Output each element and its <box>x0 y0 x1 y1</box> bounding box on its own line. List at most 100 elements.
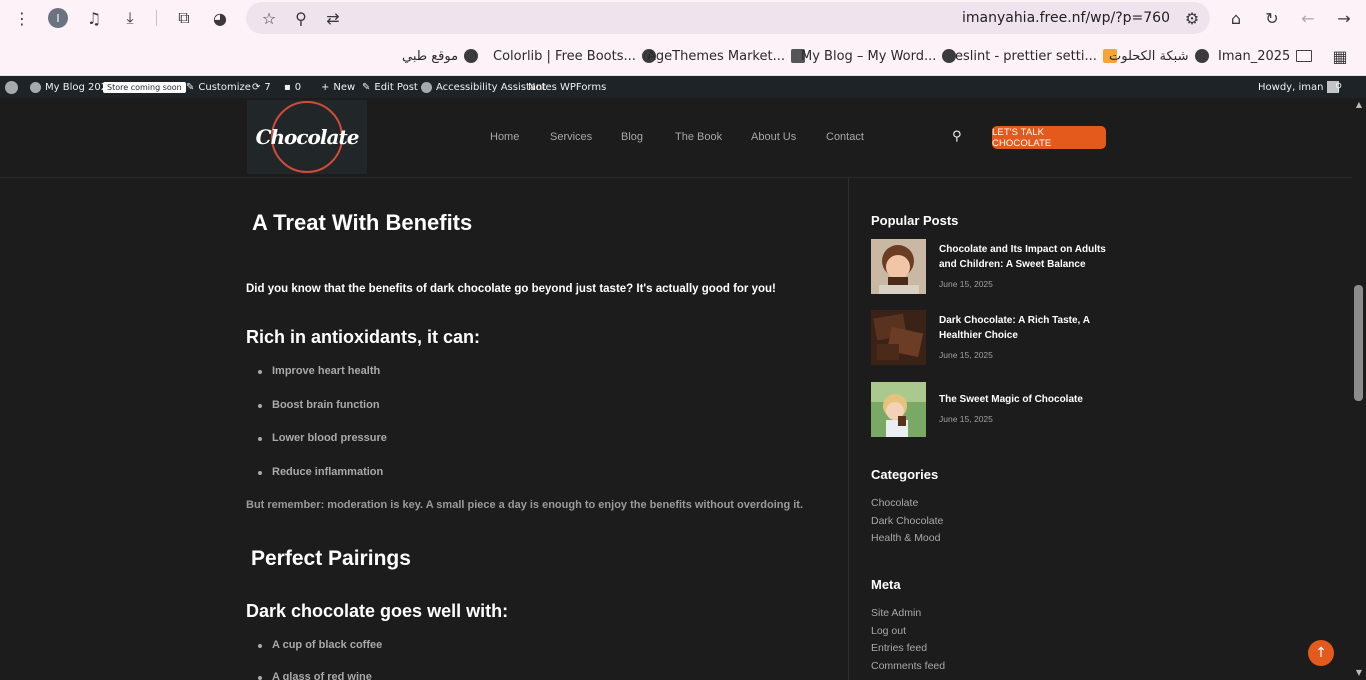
meta-title: Meta <box>871 577 901 592</box>
back-to-top-button[interactable]: ↑ <box>1308 640 1334 666</box>
bookmark-label: شبكة الكحلوت <box>1109 48 1189 64</box>
scroll-up-arrow-icon[interactable]: ▲ <box>1353 100 1365 110</box>
popular-post-title[interactable]: Dark Chocolate: A Rich Taste, A Healthie… <box>939 313 1109 343</box>
folder-icon <box>1296 50 1313 62</box>
nav-blog[interactable]: Blog <box>621 131 643 143</box>
article-heading-pairings: Perfect Pairings <box>251 547 411 570</box>
logo-emblem: Chocolate <box>256 101 359 173</box>
meta-link[interactable]: Comments feed <box>871 660 945 672</box>
admin-wpforms[interactable]: WPForms <box>560 80 606 94</box>
admin-search-icon[interactable]: ⚲ <box>1335 80 1342 94</box>
bookmark-colorlib[interactable]: Colorlib | Free Boots... <box>493 46 656 66</box>
scroll-down-arrow-icon[interactable]: ▼ <box>1353 668 1365 678</box>
accessibility-icon <box>421 81 432 93</box>
post-thumbnail-child[interactable] <box>871 239 926 294</box>
extensions-icon[interactable]: ⧉ <box>172 6 196 30</box>
back-icon[interactable]: ← <box>1296 6 1320 30</box>
category-link[interactable]: Chocolate <box>871 497 918 509</box>
download-icon[interactable]: ⤓ <box>118 6 142 30</box>
plus-icon: + <box>321 81 330 93</box>
bookmark-label: موقع طبي <box>402 48 459 64</box>
meta-link[interactable]: Site Admin <box>871 607 921 619</box>
scrollbar-thumb[interactable] <box>1354 285 1363 401</box>
profile-initial: I <box>48 8 68 28</box>
bookmark-kahlout[interactable]: شبكة الكحلوت <box>1109 46 1209 66</box>
post-thumbnail-dark-chocolate[interactable] <box>871 310 926 365</box>
home-icon[interactable]: ⌂ <box>1224 6 1248 30</box>
star-icon[interactable]: ☆ <box>257 6 281 30</box>
article-moderation: But remember: moderation is key. A small… <box>246 499 804 511</box>
bookmark-agethemes[interactable]: AgeThemes Market... <box>647 46 805 66</box>
url-text[interactable]: imanyahia.free.nf/wp/?p=760 <box>962 10 1170 26</box>
apps-grid-icon[interactable]: ▦ <box>1328 44 1352 68</box>
bookmark-label: AgeThemes Market... <box>647 48 785 64</box>
category-link[interactable]: Dark Chocolate <box>871 515 943 527</box>
bookmark-folder-iman[interactable]: Iman_2025 <box>1218 46 1313 66</box>
bookmark-label: Colorlib | Free Boots... <box>493 48 636 64</box>
admin-site-name[interactable]: My Blog 2025 <box>30 80 113 94</box>
dashboard-icon <box>30 81 41 93</box>
list-item: A cup of black coffee <box>257 639 383 651</box>
wp-admin-bar: My Blog 2025 Store coming soon ✎ Customiz… <box>0 76 1366 98</box>
search-icon[interactable]: ⚲ <box>952 129 968 145</box>
wordpress-logo-icon[interactable] <box>5 80 18 94</box>
popular-post-title[interactable]: The Sweet Magic of Chocolate <box>939 392 1109 407</box>
site-settings-icon[interactable]: ⚙ <box>1180 6 1204 30</box>
article-heading-goes-with: Dark chocolate goes well with: <box>246 601 509 621</box>
nav-contact[interactable]: Contact <box>826 131 864 143</box>
store-badge-label: Store coming soon <box>103 81 186 93</box>
notes-label: Notes <box>528 81 557 93</box>
nav-services[interactable]: Services <box>550 131 592 143</box>
reload-icon[interactable]: ↻ <box>1260 6 1284 30</box>
list-item: Improve heart health <box>257 365 381 377</box>
popular-post-date: June 15, 2025 <box>939 350 993 360</box>
admin-customize[interactable]: ✎ Customize <box>186 80 251 94</box>
address-bar[interactable]: ☆ ⚲ ⇄ imanyahia.free.nf/wp/?p=760 ⚙ <box>246 2 1210 34</box>
updates-icon: ⟳ <box>252 81 261 93</box>
bookmark-eslint[interactable]: eslint - prettier setti... <box>955 46 1117 66</box>
nav-the-book[interactable]: The Book <box>675 131 722 143</box>
browser-toolbar: ⋮ I ♫ ⤓ ⧉ ◕ ☆ ⚲ ⇄ imanyahia.free.nf/wp/?… <box>0 0 1366 36</box>
nav-home[interactable]: Home <box>490 131 519 143</box>
translate-icon[interactable]: ⇄ <box>321 6 345 30</box>
edit-post-label: Edit Post <box>374 81 418 93</box>
list-item: A glass of red wine <box>258 671 372 680</box>
admin-new[interactable]: + New <box>321 80 355 94</box>
menu-icon[interactable]: ⋮ <box>10 6 34 30</box>
globe-extension-icon[interactable]: ◕ <box>208 6 232 30</box>
bookmarks-bar: موقع طبي Colorlib | Free Boots... AgeThe… <box>0 36 1366 76</box>
store-badge[interactable]: Store coming soon <box>103 80 186 94</box>
admin-notes[interactable]: Notes <box>528 80 557 94</box>
pencil-icon: ✎ <box>362 81 371 93</box>
admin-howdy[interactable]: Howdy, iman <box>1258 80 1340 94</box>
categories-title: Categories <box>871 467 939 482</box>
lets-talk-chocolate-button[interactable]: LET'S TALK CHOCOLATE <box>992 126 1106 149</box>
forward-icon[interactable]: → <box>1332 6 1356 30</box>
site-logo[interactable]: Chocolate <box>247 100 367 174</box>
admin-edit-post[interactable]: ✎ Edit Post <box>362 80 418 94</box>
bookmark-label: My Blog – My Word... <box>801 48 937 64</box>
customize-label: Customize <box>198 81 251 93</box>
bookmark-label: eslint - prettier setti... <box>955 48 1097 64</box>
bookmark-my-blog[interactable]: My Blog – My Word... <box>801 46 957 66</box>
howdy-label: Howdy, iman <box>1258 81 1324 93</box>
post-thumbnail-sweet-magic[interactable] <box>871 382 926 437</box>
popular-posts-title: Popular Posts <box>871 213 959 228</box>
bookmark-medical-site[interactable]: موقع طبي <box>402 46 479 66</box>
list-item: Reduce inflammation <box>257 466 384 478</box>
zoom-icon[interactable]: ⚲ <box>289 6 313 30</box>
list-item: Boost brain function <box>258 399 380 411</box>
content-sidebar-divider <box>848 178 849 680</box>
toolbar-divider <box>156 10 157 26</box>
meta-link[interactable]: Entries feed <box>871 642 927 654</box>
globe-icon <box>464 49 479 63</box>
profile-icon[interactable]: I <box>46 6 70 30</box>
admin-comments[interactable]: ▪ 0 <box>284 80 301 94</box>
meta-link[interactable]: Log out <box>871 625 906 637</box>
nav-about-us[interactable]: About Us <box>751 131 796 143</box>
media-icon[interactable]: ♫ <box>82 6 106 30</box>
popular-post-title[interactable]: Chocolate and Its Impact on Adults and C… <box>939 242 1109 272</box>
admin-updates[interactable]: ⟳ 7 <box>252 80 271 94</box>
article-intro: Did you know that the benefits of dark c… <box>246 283 776 295</box>
category-link[interactable]: Health & Mood <box>871 532 940 544</box>
